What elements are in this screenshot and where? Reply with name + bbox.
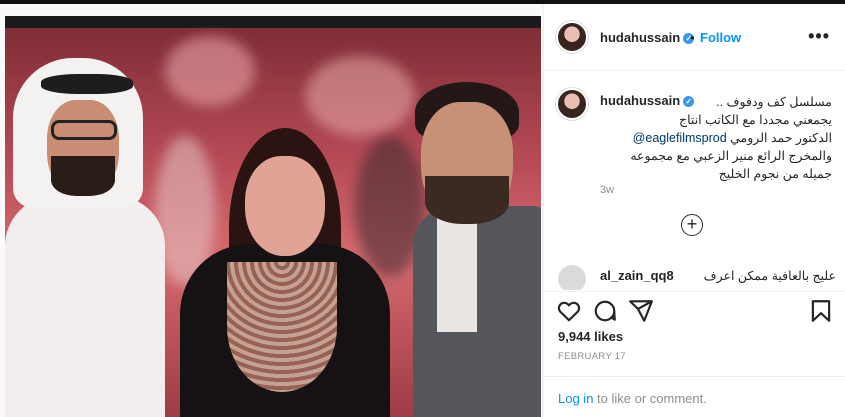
comment-row: al_zain_qq8 عليج بالعافية ممكن اعرف — [544, 262, 845, 290]
post-details-panel: hudahussain ✓ • Follow ••• hudahussain ✓ م… — [543, 4, 845, 417]
header-separator: • — [690, 30, 695, 45]
caption-avatar[interactable] — [556, 88, 588, 120]
caption-line: مسلسل كف ودفوف .. — [716, 95, 832, 109]
instagram-post: hudahussain ✓ • Follow ••• hudahussain ✓ م… — [0, 0, 845, 417]
comment-text: عليج بالعافية ممكن اعرف — [703, 269, 836, 283]
like-count[interactable]: 9,944 likes — [558, 329, 623, 344]
actions-divider — [544, 291, 845, 292]
caption-line: يجمعني مجددا مع الكاتب انتاج — [679, 113, 832, 127]
action-bar — [544, 296, 845, 328]
caption-line-with-mention: الدكتور حمد الرومي @eaglefilmsprod — [632, 131, 832, 145]
login-prompt: Log in to like or comment. — [558, 391, 707, 406]
header-divider — [544, 70, 845, 71]
post-header: hudahussain ✓ • Follow ••• — [544, 14, 845, 60]
caption-line: جميله من نجوم الخليج — [718, 167, 832, 181]
man-right-jacket — [413, 206, 541, 417]
header-username[interactable]: hudahussain ✓ — [600, 30, 695, 45]
post-time[interactable]: 3w — [600, 184, 614, 196]
man-right-shirt — [437, 212, 477, 332]
post-photo[interactable] — [5, 16, 541, 417]
woman-necklace — [227, 262, 337, 392]
man-left-agal — [41, 74, 133, 94]
follow-button[interactable]: Follow — [700, 30, 741, 45]
woman-face — [245, 156, 325, 256]
man-left-glasses — [51, 120, 117, 140]
post-date: FEBRUARY 17 — [558, 351, 626, 362]
caption-text: مسلسل كف ودفوف .. يجمعني مجددا مع الكاتب… — [600, 93, 832, 183]
post-caption: hudahussain ✓ مسلسل كف ودفوف .. يجمعني مج… — [544, 76, 845, 266]
background-light — [305, 56, 415, 136]
mention-link[interactable]: @eaglefilmsprod — [633, 131, 727, 145]
photo-top-band — [5, 16, 541, 28]
man-left-beard — [51, 156, 115, 196]
caption-line: والمخرج الرائع منير الزعبي مع مجموعه — [630, 149, 832, 163]
bookmark-icon[interactable] — [808, 298, 834, 324]
login-link[interactable]: Log in — [558, 391, 593, 406]
more-options-icon[interactable]: ••• — [808, 26, 830, 47]
comment-icon[interactable] — [592, 298, 618, 324]
background-light — [165, 36, 255, 106]
share-icon[interactable] — [628, 298, 654, 324]
login-divider — [544, 376, 845, 377]
commenter-username[interactable]: al_zain_qq8 — [600, 268, 674, 283]
man-left-body — [5, 196, 165, 417]
commenter-avatar[interactable] — [558, 265, 586, 290]
heart-icon[interactable] — [556, 298, 582, 324]
profile-avatar[interactable] — [556, 21, 588, 53]
load-more-comments-icon[interactable]: + — [681, 214, 703, 236]
man-right-beard — [425, 176, 509, 224]
